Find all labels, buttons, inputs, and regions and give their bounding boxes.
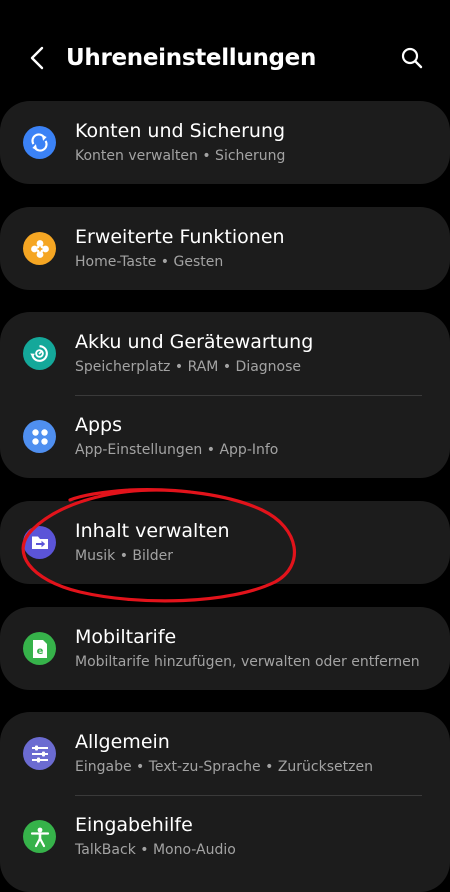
list-item-konten-sicherung[interactable]: Konten und Sicherung Konten verwalten • … bbox=[0, 101, 450, 184]
search-button[interactable] bbox=[394, 40, 430, 76]
content-transfer-icon bbox=[23, 526, 56, 559]
card-advanced: Erweiterte Funktionen Home-Taste • Geste… bbox=[0, 207, 450, 290]
item-sublabel: Musik • Bilder bbox=[75, 548, 174, 564]
item-sublabel: Konten verwalten • Sicherung bbox=[75, 148, 286, 164]
svg-text:e: e bbox=[36, 646, 43, 657]
item-sublabel: Eingabe • Text-zu-Sprache • Zurücksetzen bbox=[75, 759, 373, 775]
item-label: Erweiterte Funktionen bbox=[75, 226, 285, 248]
esim-icon: e bbox=[23, 632, 56, 665]
item-label: Konten und Sicherung bbox=[75, 120, 286, 142]
item-label: Apps bbox=[75, 414, 123, 436]
item-label: Inhalt verwalten bbox=[75, 520, 230, 542]
list-item-apps[interactable]: Apps App-Einstellungen • App-Info bbox=[0, 395, 450, 478]
card-general: Allgemein Eingabe • Text-zu-Sprache • Zu… bbox=[0, 712, 450, 892]
card-plans: e Mobiltarife Mobiltarife hinzufügen, ve… bbox=[0, 607, 450, 690]
header: Uhreneinstellungen bbox=[0, 0, 450, 100]
item-sublabel: Home-Taste • Gesten bbox=[75, 254, 224, 270]
list-item-eingabehilfe[interactable]: Eingabehilfe TalkBack • Mono-Audio bbox=[0, 795, 450, 878]
chevron-left-icon bbox=[30, 46, 44, 70]
item-sublabel: Speicherplatz • RAM • Diagnose bbox=[75, 359, 302, 375]
sliders-icon bbox=[23, 737, 56, 770]
search-icon bbox=[401, 47, 423, 69]
gear-plus-icon bbox=[23, 232, 56, 265]
list-item-allgemein[interactable]: Allgemein Eingabe • Text-zu-Sprache • Zu… bbox=[0, 712, 450, 795]
accessibility-icon bbox=[23, 820, 56, 853]
back-button[interactable] bbox=[20, 40, 54, 76]
item-sublabel: Mobiltarife hinzufügen, verwalten oder e… bbox=[75, 654, 420, 670]
device-care-icon bbox=[23, 337, 56, 370]
list-item-mobiltarife[interactable]: e Mobiltarife Mobiltarife hinzufügen, ve… bbox=[0, 607, 450, 690]
list-item-akku-geraetewartung[interactable]: Akku und Gerätewartung Speicherplatz • R… bbox=[0, 312, 450, 395]
item-label: Mobiltarife bbox=[75, 626, 177, 648]
card-content: Inhalt verwalten Musik • Bilder bbox=[0, 501, 450, 584]
apps-grid-icon bbox=[23, 420, 56, 453]
item-label: Eingabehilfe bbox=[75, 814, 193, 836]
list-item-erweiterte-funktionen[interactable]: Erweiterte Funktionen Home-Taste • Geste… bbox=[0, 207, 450, 290]
item-label: Allgemein bbox=[75, 731, 170, 753]
item-sublabel: TalkBack • Mono-Audio bbox=[75, 842, 236, 858]
item-sublabel: App-Einstellungen • App-Info bbox=[75, 442, 279, 458]
list-item-inhalt-verwalten[interactable]: Inhalt verwalten Musik • Bilder bbox=[0, 501, 450, 584]
item-label: Akku und Gerätewartung bbox=[75, 331, 314, 353]
page-title: Uhreneinstellungen bbox=[66, 45, 317, 71]
card-accounts: Konten und Sicherung Konten verwalten • … bbox=[0, 101, 450, 184]
sync-icon bbox=[23, 126, 56, 159]
card-device: Akku und Gerätewartung Speicherplatz • R… bbox=[0, 312, 450, 478]
